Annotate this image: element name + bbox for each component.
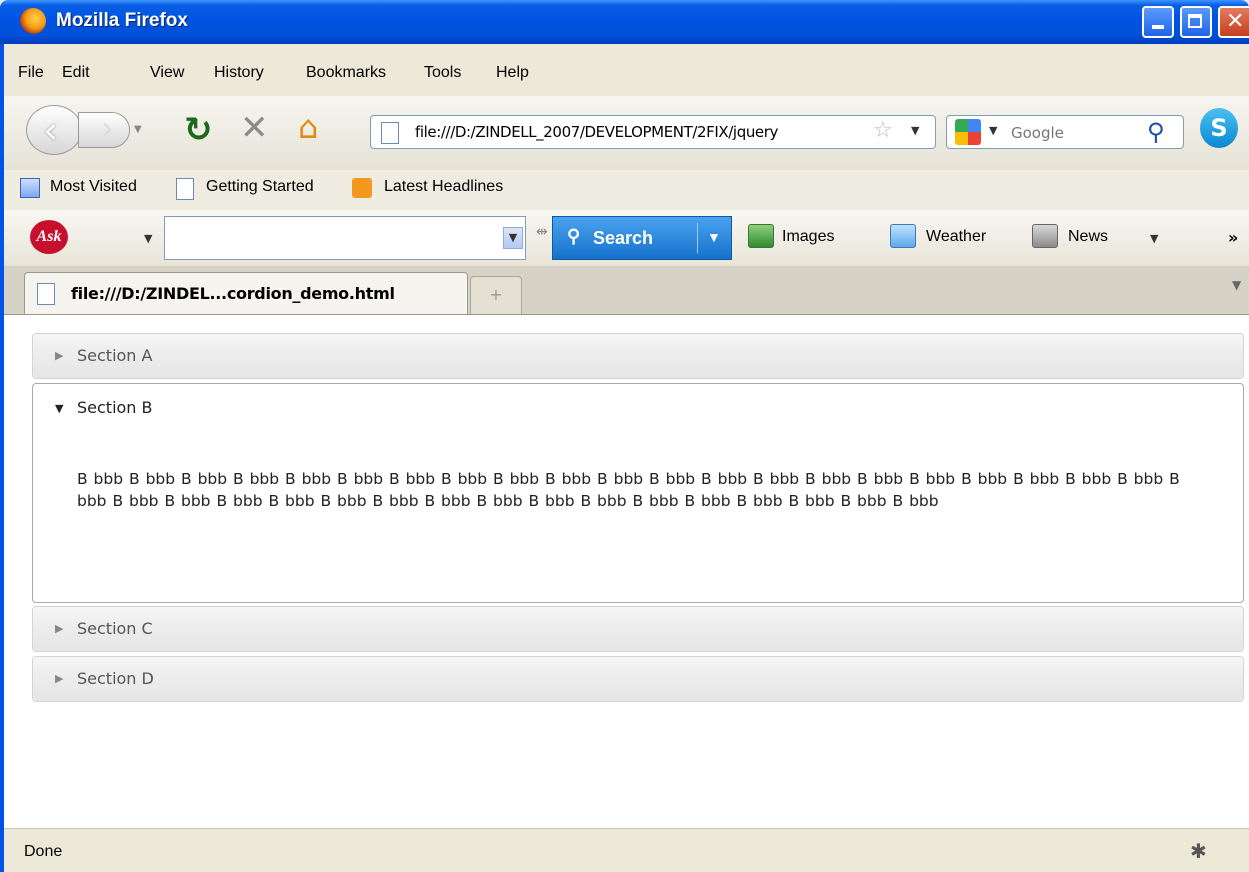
ask-search-button[interactable]: ⚲ Search ▼ — [552, 216, 732, 260]
rss-icon — [352, 178, 372, 198]
tab-title: file:///D:/ZINDEL...cordion_demo.html — [71, 284, 395, 303]
search-magnifier-icon[interactable]: ⚲ — [1147, 118, 1165, 146]
toolbar-images[interactable]: Images — [782, 228, 834, 246]
navigation-toolbar: ▼ ↻ ✕ ⌂ file:///D:/ZINDELL_2007/DEVELOPM… — [4, 96, 1249, 170]
home-icon[interactable]: ⌂ — [298, 108, 338, 148]
weather-icon — [890, 224, 916, 248]
accordion-section-d: ▶ Section D — [32, 656, 1244, 702]
reload-icon[interactable]: ↻ — [184, 110, 224, 150]
accordion-section-c: ▶ Section C — [32, 606, 1244, 652]
accordion-header-a[interactable]: ▶ Section A — [33, 334, 1243, 378]
page-content: ▶ Section A ▼ Section B B bbb B bbb B bb… — [4, 315, 1249, 828]
news-dropdown-icon[interactable]: ▼ — [1150, 232, 1158, 245]
window-title: Mozilla Firefox — [56, 10, 188, 31]
tab-accordion-demo[interactable]: file:///D:/ZINDEL...cordion_demo.html — [24, 272, 468, 314]
minimize-button[interactable] — [1142, 6, 1174, 38]
bookmarks-toolbar: Most Visited Getting Started Latest Head… — [4, 170, 1249, 211]
forward-button[interactable] — [78, 109, 130, 148]
menu-tools[interactable]: Tools — [424, 64, 461, 82]
accordion-header-c[interactable]: ▶ Section C — [33, 607, 1243, 651]
menu-edit[interactable]: Edit — [62, 64, 90, 82]
accordion-content-b: B bbb B bbb B bbb B bbb B bbb B bbb B bb… — [77, 470, 1180, 510]
firefox-icon — [20, 8, 46, 34]
close-button[interactable] — [1218, 6, 1249, 38]
ask-menu-dropdown-icon[interactable]: ▼ — [144, 232, 152, 245]
menu-bookmarks[interactable]: Bookmarks — [306, 64, 386, 82]
bookmark-latest-headlines[interactable]: Latest Headlines — [384, 178, 503, 196]
accordion-label: Section D — [77, 669, 154, 688]
bookmark-getting-started[interactable]: Getting Started — [206, 178, 314, 196]
page-icon — [381, 122, 399, 144]
toolbar-weather[interactable]: Weather — [926, 228, 986, 246]
search-engine-dropdown-icon[interactable]: ▼ — [989, 124, 997, 137]
back-button[interactable] — [26, 105, 82, 155]
news-icon — [1032, 224, 1058, 248]
collapsed-arrow-icon: ▶ — [55, 622, 64, 635]
most-visited-icon — [20, 178, 40, 198]
new-tab-button[interactable]: + — [470, 276, 522, 314]
status-bar: Done ✱ — [4, 828, 1249, 872]
accordion-section-b: ▼ Section B B bbb B bbb B bbb B bbb B bb… — [32, 383, 1244, 603]
menu-history[interactable]: History — [214, 64, 264, 82]
toolbar-news[interactable]: News — [1068, 228, 1108, 246]
history-dropdown-icon[interactable]: ▼ — [134, 124, 148, 136]
search-button-label: Search — [593, 228, 654, 248]
url-dropdown-icon[interactable]: ▼ — [911, 124, 919, 137]
accordion-label: Section B — [77, 398, 153, 417]
ask-search-input[interactable]: ▼ — [164, 216, 526, 260]
search-input[interactable] — [1009, 120, 1133, 146]
collapsed-arrow-icon: ▶ — [55, 672, 64, 685]
menu-bar: File Edit View History Bookmarks Tools H… — [4, 44, 1249, 96]
accordion-label: Section A — [77, 346, 153, 365]
toolbar-overflow-chevron[interactable]: » — [1228, 228, 1238, 247]
accordion-header-d[interactable]: ▶ Section D — [33, 657, 1243, 701]
url-text[interactable]: file:///D:/ZINDELL_2007/DEVELOPMENT/2FIX… — [415, 123, 855, 141]
stop-icon[interactable]: ✕ — [240, 108, 280, 148]
menu-help[interactable]: Help — [496, 64, 529, 82]
tab-list-icon[interactable]: ▼ — [1232, 278, 1249, 310]
skype-icon[interactable]: S — [1200, 108, 1238, 148]
menu-file[interactable]: File — [18, 64, 44, 82]
menu-view[interactable]: View — [150, 64, 184, 82]
getting-started-icon — [176, 178, 194, 200]
ask-toolbar: Ask ▼ ▼ ⇹ ⚲ Search ▼ Images Weather News… — [4, 210, 1249, 266]
url-bar[interactable]: file:///D:/ZINDELL_2007/DEVELOPMENT/2FIX… — [370, 115, 936, 149]
ask-logo-icon[interactable]: Ask — [30, 220, 68, 254]
browser-window: Mozilla Firefox File Edit View History B… — [0, 0, 1249, 872]
accordion-header-b[interactable]: ▼ Section B — [33, 384, 1243, 434]
accordion-label: Section C — [77, 619, 153, 638]
tab-bar: file:///D:/ZINDEL...cordion_demo.html + … — [4, 266, 1249, 315]
images-icon — [748, 224, 774, 248]
title-bar: Mozilla Firefox — [0, 0, 1249, 44]
firebug-icon[interactable]: ✱ — [1190, 839, 1207, 863]
search-button-dropdown-icon[interactable]: ▼ — [707, 229, 721, 245]
page-icon — [37, 283, 55, 305]
collapsed-arrow-icon: ▶ — [55, 349, 64, 362]
ask-input-dropdown-icon[interactable]: ▼ — [503, 227, 523, 249]
status-text: Done — [24, 843, 63, 860]
expanded-arrow-icon: ▼ — [55, 402, 64, 415]
search-bar[interactable]: ▼ ⚲ — [946, 115, 1184, 149]
google-icon[interactable] — [955, 119, 981, 145]
bookmark-most-visited[interactable]: Most Visited — [50, 178, 137, 196]
toolbar-resize-handle[interactable]: ⇹ — [536, 224, 548, 240]
bookmark-star-icon[interactable]: ☆ — [873, 118, 893, 143]
accordion-section-a: ▶ Section A — [32, 333, 1244, 379]
search-icon: ⚲ — [567, 226, 581, 246]
maximize-button[interactable] — [1180, 6, 1212, 38]
